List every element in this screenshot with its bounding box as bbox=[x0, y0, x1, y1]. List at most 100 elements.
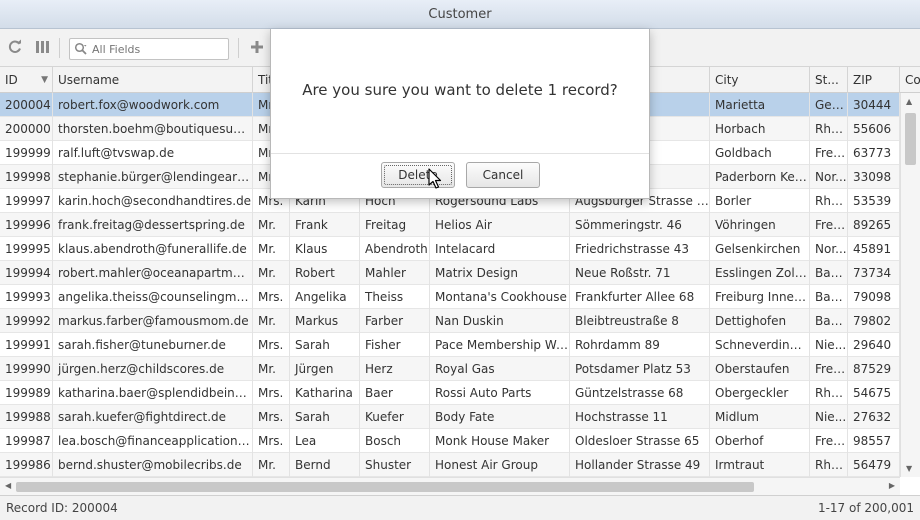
cell-last-name[interactable]: Fisher bbox=[360, 333, 430, 357]
cell-title[interactable]: Mr. bbox=[253, 309, 290, 333]
column-header-city[interactable]: City bbox=[710, 67, 810, 93]
cell-first-name[interactable]: Bernd bbox=[290, 453, 360, 477]
cell-id[interactable]: 199999 bbox=[0, 141, 53, 165]
cell-street[interactable]: Potsdamer Platz 53 bbox=[570, 357, 710, 381]
cell-street[interactable]: Hochstrasse 11 bbox=[570, 405, 710, 429]
cell-street[interactable]: Frankfurter Allee 68 bbox=[570, 285, 710, 309]
cell-city[interactable]: Goldbach bbox=[710, 141, 810, 165]
cell-state[interactable]: Frei... bbox=[810, 429, 848, 453]
cell-state[interactable]: Frei... bbox=[810, 141, 848, 165]
table-row[interactable]: 199990 jürgen.herz@childscores.de Mr. Jürge… bbox=[0, 357, 900, 381]
scroll-up-icon[interactable]: ▲ bbox=[906, 97, 912, 106]
column-header-zip[interactable]: ZIP bbox=[848, 67, 900, 93]
cell-city[interactable]: Marietta bbox=[710, 93, 810, 117]
cell-first-name[interactable]: Lea bbox=[290, 429, 360, 453]
cell-state[interactable]: Rhe... bbox=[810, 189, 848, 213]
cell-city[interactable]: Irmtraut bbox=[710, 453, 810, 477]
cell-username[interactable]: robert.fox@woodwork.com bbox=[53, 93, 253, 117]
cell-first-name[interactable]: Robert bbox=[290, 261, 360, 285]
cell-first-name[interactable]: Sarah bbox=[290, 405, 360, 429]
cell-username[interactable]: karin.hoch@secondhandtires.de bbox=[53, 189, 253, 213]
cell-first-name[interactable]: Angelika bbox=[290, 285, 360, 309]
cell-street[interactable]: Bleibtreustraße 8 bbox=[570, 309, 710, 333]
scroll-left-icon[interactable]: ◀ bbox=[5, 481, 11, 490]
cell-company[interactable]: Body Fate bbox=[430, 405, 570, 429]
table-row[interactable]: 199986 bernd.shuster@mobilecribs.de Mr. Ber… bbox=[0, 453, 900, 477]
cell-company[interactable]: Helios Air bbox=[430, 213, 570, 237]
cell-company[interactable]: Monk House Maker bbox=[430, 429, 570, 453]
cell-zip[interactable]: 27632 bbox=[848, 405, 900, 429]
cell-last-name[interactable]: Freitag bbox=[360, 213, 430, 237]
cell-first-name[interactable]: Klaus bbox=[290, 237, 360, 261]
column-header-state[interactable]: St... bbox=[810, 67, 848, 93]
cell-zip[interactable]: 56479 bbox=[848, 453, 900, 477]
cell-state[interactable]: Bad... bbox=[810, 261, 848, 285]
cell-zip[interactable]: 29640 bbox=[848, 333, 900, 357]
cell-company[interactable]: Royal Gas bbox=[430, 357, 570, 381]
cell-street[interactable]: Oldesloer Strasse 65 bbox=[570, 429, 710, 453]
column-header-username[interactable]: Username bbox=[53, 67, 253, 93]
cell-street[interactable]: Neue Roßstr. 71 bbox=[570, 261, 710, 285]
cell-zip[interactable]: 89265 bbox=[848, 213, 900, 237]
cell-first-name[interactable]: Jürgen bbox=[290, 357, 360, 381]
cell-zip[interactable]: 55606 bbox=[848, 117, 900, 141]
cell-id[interactable]: 199996 bbox=[0, 213, 53, 237]
cell-title[interactable]: Mrs. bbox=[253, 429, 290, 453]
cell-zip[interactable]: 54675 bbox=[848, 381, 900, 405]
cell-title[interactable]: Mr. bbox=[253, 237, 290, 261]
cell-first-name[interactable]: Katharina bbox=[290, 381, 360, 405]
cell-city[interactable]: Obergeckler bbox=[710, 381, 810, 405]
cell-last-name[interactable]: Shuster bbox=[360, 453, 430, 477]
cell-first-name[interactable]: Frank bbox=[290, 213, 360, 237]
search-field[interactable] bbox=[69, 38, 229, 60]
cell-last-name[interactable]: Farber bbox=[360, 309, 430, 333]
cell-username[interactable]: bernd.shuster@mobilecribs.de bbox=[53, 453, 253, 477]
delete-button[interactable]: Delete bbox=[381, 162, 455, 188]
cell-state[interactable]: Rhe... bbox=[810, 381, 848, 405]
cell-state[interactable]: Bad... bbox=[810, 309, 848, 333]
vertical-scroll-thumb[interactable] bbox=[905, 113, 916, 165]
cell-title[interactable]: Mr. bbox=[253, 357, 290, 381]
table-row[interactable]: 199994 robert.mahler@oceanapartment.... Mr… bbox=[0, 261, 900, 285]
table-row[interactable]: 199989 katharina.baer@splendidbeing.de Mrs… bbox=[0, 381, 900, 405]
cell-title[interactable]: Mr. bbox=[253, 261, 290, 285]
cell-id[interactable]: 199992 bbox=[0, 309, 53, 333]
scroll-right-icon[interactable]: ▶ bbox=[889, 481, 895, 490]
cell-city[interactable]: Paderborn Ker... bbox=[710, 165, 810, 189]
horizontal-scrollbar[interactable]: ◀ ▶ bbox=[0, 477, 900, 495]
cell-city[interactable]: Midlum bbox=[710, 405, 810, 429]
refresh-icon[interactable] bbox=[6, 39, 24, 57]
cell-state[interactable]: Nor... bbox=[810, 165, 848, 189]
cell-username[interactable]: frank.freitag@dessertspring.de bbox=[53, 213, 253, 237]
cell-id[interactable]: 199994 bbox=[0, 261, 53, 285]
table-row[interactable]: 199993 angelika.theiss@counselingmate... M… bbox=[0, 285, 900, 309]
cell-zip[interactable]: 87529 bbox=[848, 357, 900, 381]
columns-icon[interactable] bbox=[33, 39, 51, 57]
cell-username[interactable]: lea.bosch@financeapplications.de bbox=[53, 429, 253, 453]
cell-company[interactable]: Honest Air Group bbox=[430, 453, 570, 477]
cell-id[interactable]: 199995 bbox=[0, 237, 53, 261]
column-header-id[interactable]: ID ▼ bbox=[0, 67, 53, 93]
cell-state[interactable]: Nie... bbox=[810, 333, 848, 357]
cell-username[interactable]: ralf.luft@tvswap.de bbox=[53, 141, 253, 165]
cell-last-name[interactable]: Herz bbox=[360, 357, 430, 381]
cell-last-name[interactable]: Mahler bbox=[360, 261, 430, 285]
cell-zip[interactable]: 45891 bbox=[848, 237, 900, 261]
column-header-country[interactable]: Co bbox=[900, 67, 920, 93]
cell-id[interactable]: 199989 bbox=[0, 381, 53, 405]
cell-zip[interactable]: 73734 bbox=[848, 261, 900, 285]
cell-title[interactable]: Mrs. bbox=[253, 381, 290, 405]
scroll-down-icon[interactable]: ▼ bbox=[906, 464, 912, 473]
cell-zip[interactable]: 63773 bbox=[848, 141, 900, 165]
cell-street[interactable]: Rohrdamm 89 bbox=[570, 333, 710, 357]
cell-company[interactable]: Intelacard bbox=[430, 237, 570, 261]
cell-last-name[interactable]: Baer bbox=[360, 381, 430, 405]
horizontal-scroll-thumb[interactable] bbox=[16, 482, 754, 492]
cell-city[interactable]: Schneverdingen bbox=[710, 333, 810, 357]
cell-first-name[interactable]: Markus bbox=[290, 309, 360, 333]
cell-state[interactable]: Bad... bbox=[810, 285, 848, 309]
cell-city[interactable]: Esslingen Zollb... bbox=[710, 261, 810, 285]
cell-username[interactable]: sarah.kuefer@fightdirect.de bbox=[53, 405, 253, 429]
cell-street[interactable]: Hollander Strasse 49 bbox=[570, 453, 710, 477]
cancel-button[interactable]: Cancel bbox=[466, 162, 540, 188]
